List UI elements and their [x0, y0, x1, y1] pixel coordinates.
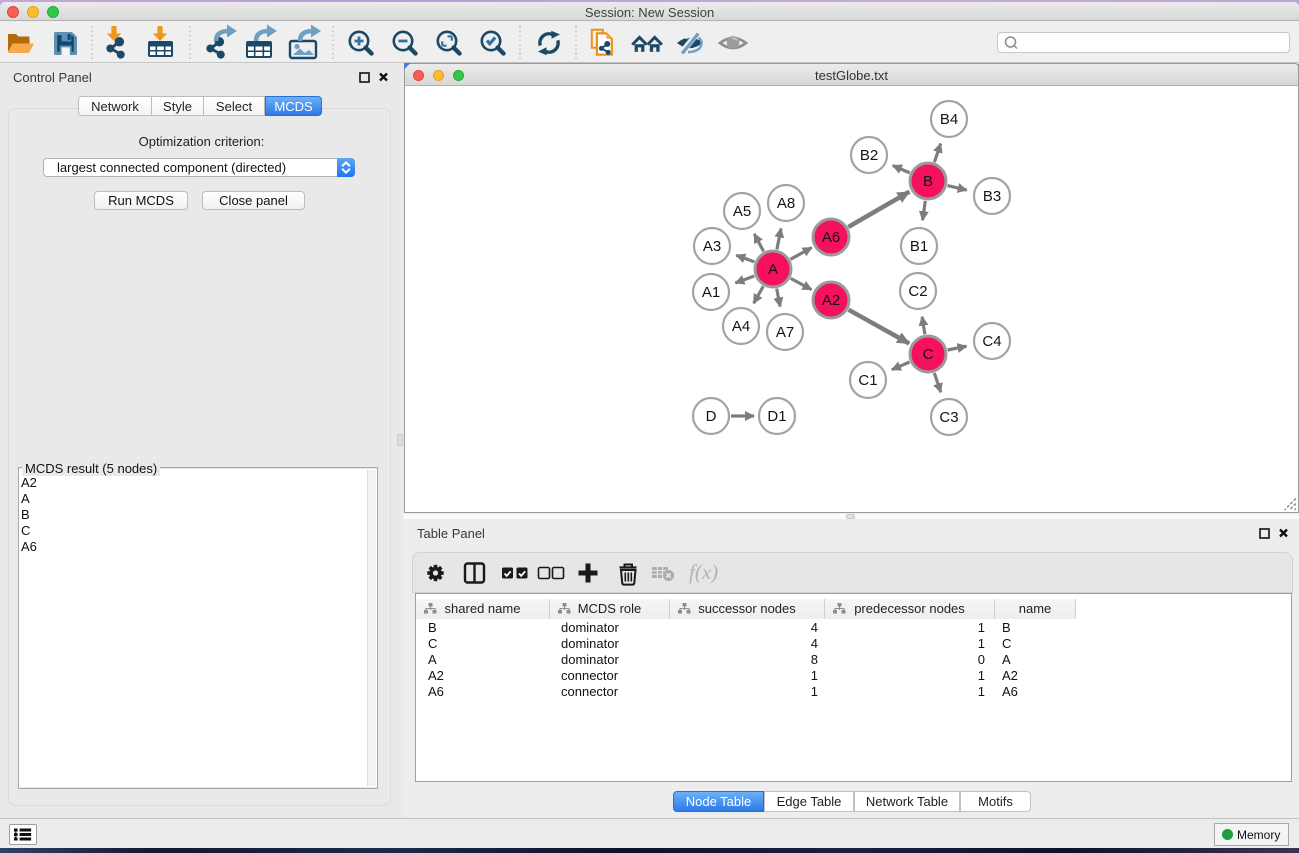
- svg-text:B2: B2: [860, 147, 878, 164]
- svg-text:A8: A8: [777, 195, 795, 212]
- svg-text:A1: A1: [702, 284, 720, 301]
- svg-text:B1: B1: [910, 238, 928, 255]
- svg-text:C1: C1: [858, 372, 877, 389]
- svg-text:C: C: [923, 346, 934, 363]
- svg-text:B4: B4: [940, 111, 958, 128]
- svg-text:B: B: [923, 173, 933, 190]
- svg-text:D: D: [706, 408, 717, 425]
- svg-text:A5: A5: [733, 203, 751, 220]
- svg-text:C2: C2: [908, 283, 927, 300]
- svg-text:A6: A6: [822, 229, 840, 246]
- svg-text:f(x): f(x): [689, 560, 718, 584]
- svg-text:A4: A4: [732, 318, 750, 335]
- svg-text:A: A: [768, 261, 778, 278]
- svg-text:B3: B3: [983, 188, 1001, 205]
- svg-text:C4: C4: [982, 333, 1001, 350]
- svg-text:A2: A2: [822, 292, 840, 309]
- svg-text:D1: D1: [767, 408, 786, 425]
- svg-text:C3: C3: [939, 409, 958, 426]
- svg-text:A3: A3: [703, 238, 721, 255]
- svg-text:A7: A7: [776, 324, 794, 341]
